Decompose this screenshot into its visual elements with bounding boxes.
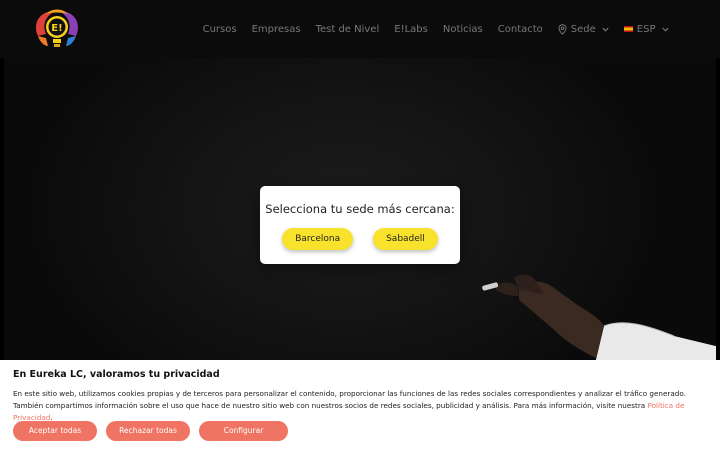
nav-item-cursos[interactable]: Cursos [195,24,244,35]
nav-item-contacto[interactable]: Contacto [490,24,550,35]
main-nav: Cursos Empresas Test de Nivel E!Labs Not… [195,0,676,58]
language-label: ESP [636,23,656,35]
chevron-down-icon [602,27,609,32]
nav-item-noticias[interactable]: Noticias [435,24,490,35]
sabadell-button[interactable]: Sabadell [373,228,438,250]
nav-item-test-de-nivel[interactable]: Test de Nivel [308,24,387,35]
accept-all-button[interactable]: Aceptar todas [13,421,97,441]
spain-flag-icon [623,26,633,32]
site-header: E! Cursos Empresas Test de Nivel E!Labs … [0,0,720,58]
chevron-down-icon [661,27,669,32]
cookie-buttons: Aceptar todas Rechazar todas Configurar [13,421,288,441]
cookie-body-text: En este sitio web, utilizamos cookies pr… [13,389,686,410]
reject-all-button[interactable]: Rechazar todas [106,421,190,441]
configure-button[interactable]: Configurar [199,421,288,441]
sede-selection-modal: Selecciona tu sede más cercana: Barcelon… [260,186,460,264]
logo-icon[interactable]: E! [32,6,82,52]
modal-buttons: Barcelona Sabadell [260,228,460,250]
cookie-title: En Eureka LC, valoramos tu privacidad [13,369,220,380]
nav-item-elabs[interactable]: E!Labs [387,24,436,35]
sede-label: Sede [570,23,596,35]
hand-writing-image [482,274,716,360]
cookie-text: En este sitio web, utilizamos cookies pr… [13,388,713,424]
cookie-banner: En Eureka LC, valoramos tu privacidad En… [0,360,720,450]
language-dropdown[interactable]: ESP [616,24,676,35]
modal-title: Selecciona tu sede más cercana: [265,202,455,216]
map-pin-icon [558,23,567,35]
logo-text: E! [51,23,62,34]
sede-dropdown[interactable]: Sede [550,24,616,35]
nav-item-empresas[interactable]: Empresas [244,24,308,35]
barcelona-button[interactable]: Barcelona [282,228,354,250]
